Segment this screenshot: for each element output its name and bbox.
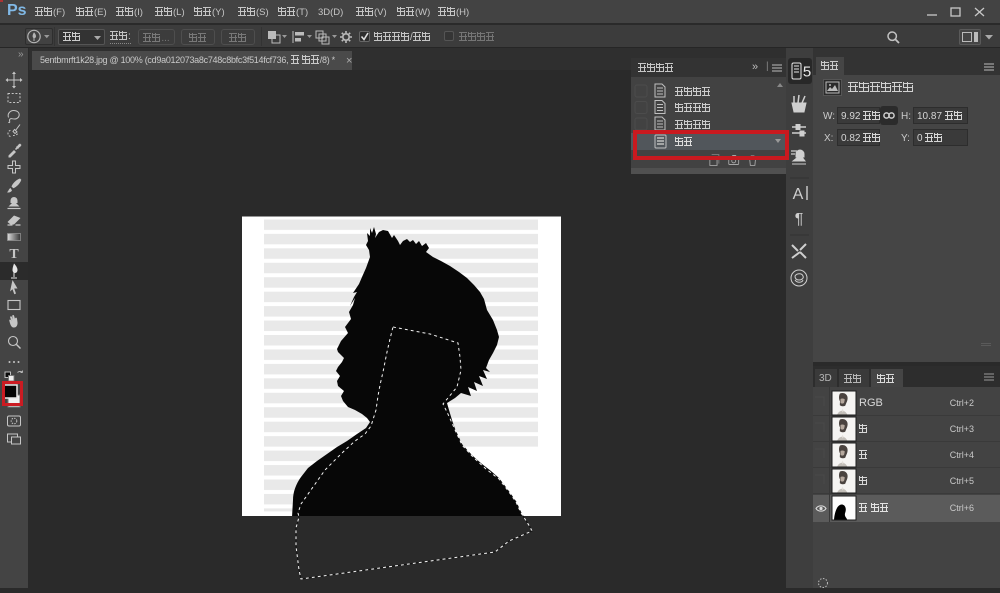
svg-text:5: 5	[803, 64, 811, 81]
svg-text:T: T	[9, 247, 19, 262]
svg-text:A: A	[793, 186, 804, 203]
svg-text:¶: ¶	[795, 211, 804, 228]
